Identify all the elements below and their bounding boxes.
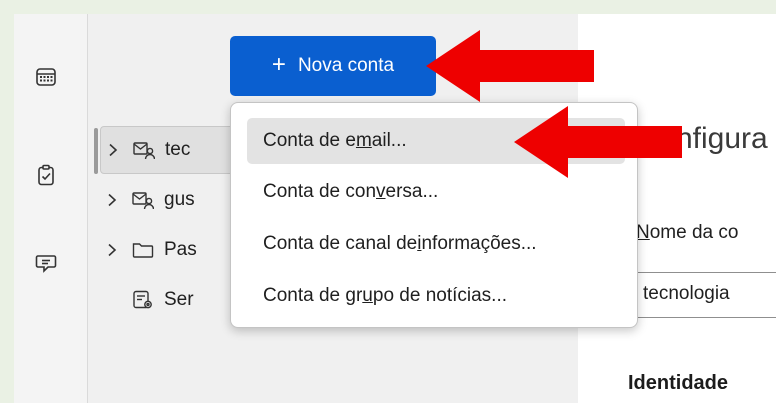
folder-tree-item-account-1[interactable]: tec [100,126,250,174]
account-mail-icon [133,139,159,161]
plus-icon: + [271,50,286,78]
spaces-toolbar [14,14,88,403]
window-background-left [0,0,14,403]
new-account-button[interactable]: + Nova conta [230,36,436,96]
server-settings-icon [132,289,158,311]
chat-icon[interactable] [27,244,65,282]
folder-tree-item-account-2[interactable]: gus [100,176,195,224]
annotation-arrow-icon [514,106,682,178]
identity-heading: Identidade [628,372,729,394]
folder-icon [132,239,158,261]
account-name-input[interactable]: tecnologia [630,272,776,318]
chevron-right-icon[interactable] [101,143,125,157]
menu-item-feed-account[interactable]: Conta de canal de i nformações... [247,221,625,267]
annotation-arrow-icon [426,30,594,102]
folder-tree-item-label: tec [165,139,191,160]
folder-tree-item-server-settings[interactable]: Ser [100,276,194,324]
folder-tree-item-label: gus [164,189,195,210]
settings-title: nfigura [676,122,768,155]
folder-tree-item-label: Ser [164,289,194,310]
calendar-icon[interactable] [27,58,65,96]
account-name-label: Nome da co [636,222,739,243]
folder-tree-item-label: Pas [164,239,197,260]
new-account-button-label: Nova conta [297,55,395,76]
chevron-right-icon[interactable] [100,193,124,207]
selection-indicator [94,128,98,174]
menu-item-newsgroup-account[interactable]: Conta de gr u po de notícias... [247,273,625,319]
chevron-right-icon[interactable] [100,243,124,257]
window-background-top [0,0,776,14]
folder-tree-item-local-folders[interactable]: Pas [100,226,197,274]
account-mail-icon [132,189,158,211]
tasks-icon[interactable] [27,156,65,194]
